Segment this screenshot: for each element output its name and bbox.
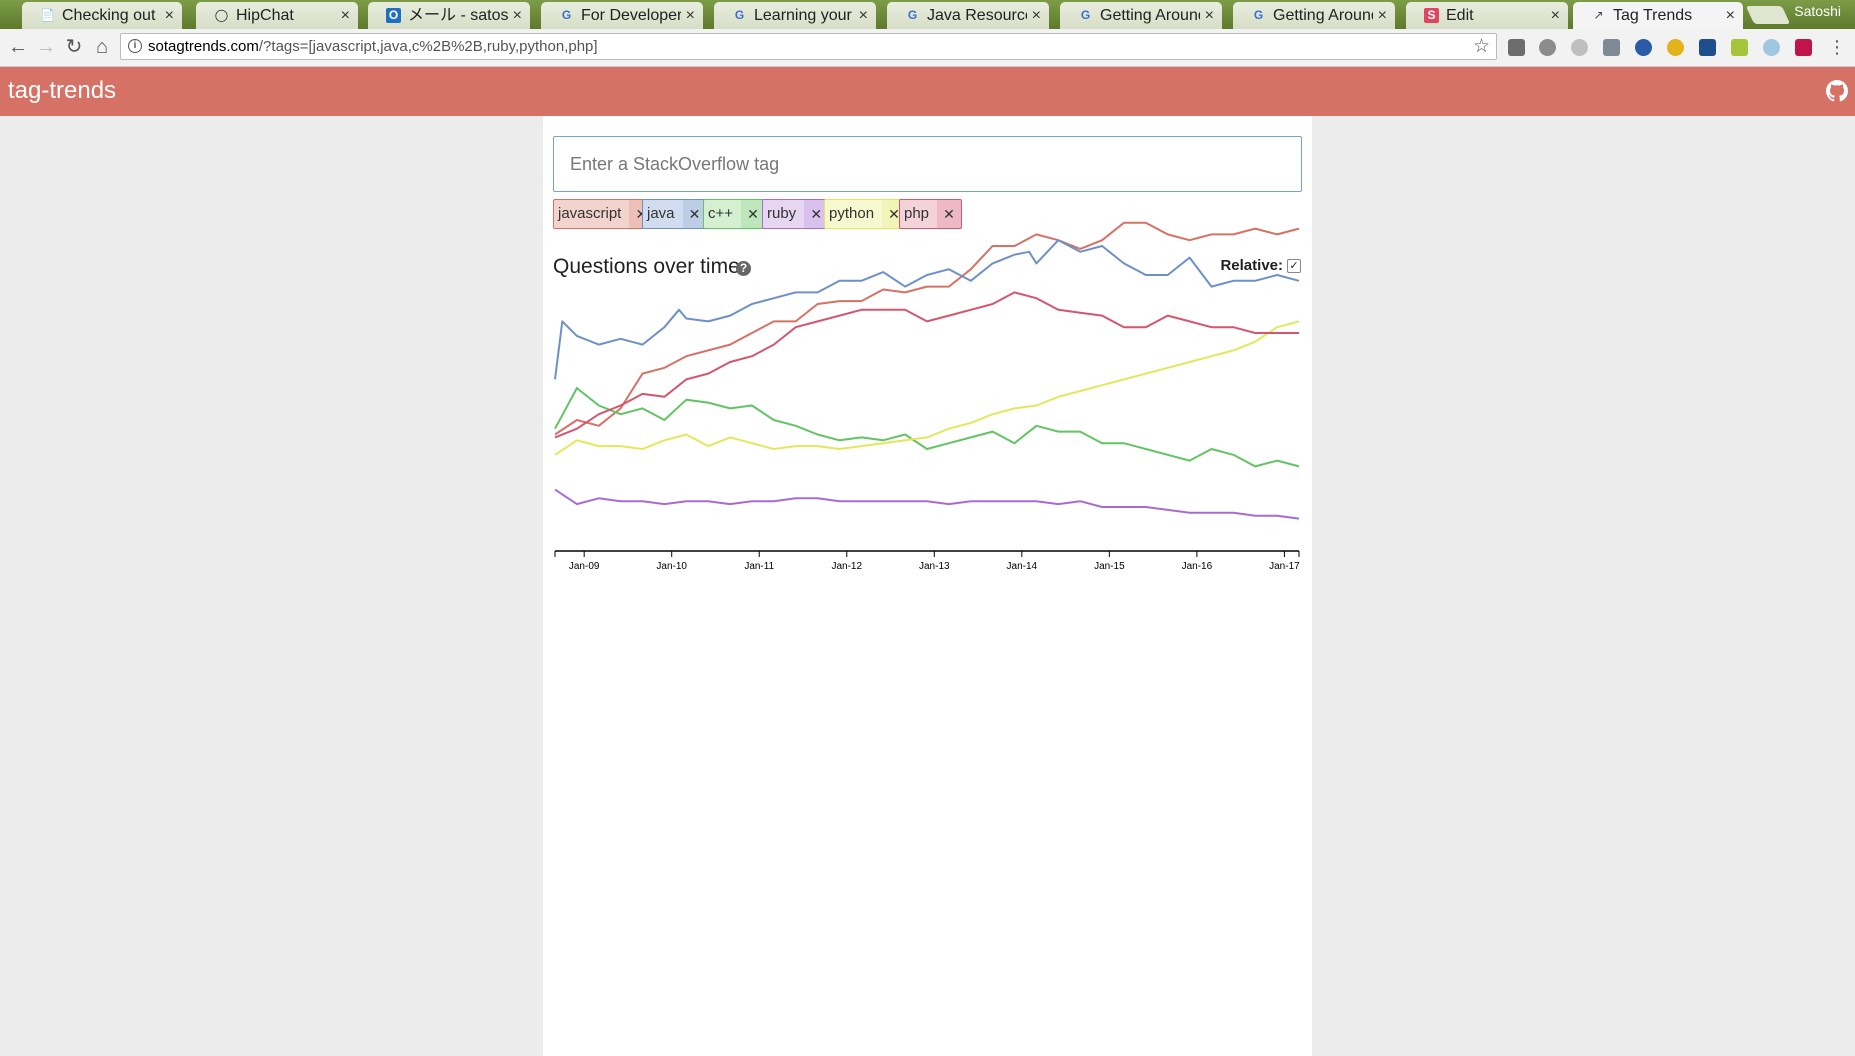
x-tick-label: Jan-15	[1094, 561, 1125, 572]
new-tab-button[interactable]	[1745, 6, 1791, 24]
google-icon: G	[1253, 8, 1264, 22]
reload-icon[interactable]: ↻	[62, 35, 86, 59]
main-panel: javascript✕java✕c++✕ruby✕python✕php✕ Que…	[543, 116, 1312, 1056]
series-line-java	[554, 239, 1300, 380]
url-path: /?tags=[javascript,java,c%2B%2B,ruby,pyt…	[258, 38, 598, 55]
tab-title: For Developers	[581, 7, 681, 24]
x-tick-label: Jan-10	[656, 561, 687, 572]
tab-close-icon[interactable]: ×	[686, 2, 695, 29]
questions-chart: Jan-09 Jan-10 Jan-11 Jan-12 Jan-13 Jan-14 Jan-…	[554, 221, 1300, 572]
x-tick-label: Jan-11	[744, 561, 774, 572]
extension-icon[interactable]	[1539, 39, 1556, 56]
page-icon: 📄	[40, 8, 55, 22]
tab-title: Tag Trends	[1613, 7, 1693, 24]
outlook-icon: O	[386, 8, 401, 23]
google-icon: G	[907, 8, 918, 22]
tab-close-icon[interactable]: ×	[1726, 2, 1735, 29]
profile-name[interactable]: Satoshi	[1794, 3, 1841, 19]
browser-tab[interactable]: G Learning your w ×	[714, 2, 876, 29]
extension-icon[interactable]	[1508, 39, 1525, 56]
x-tick-label: Jan-13	[919, 561, 950, 572]
trend-icon: ↗	[1593, 8, 1604, 22]
extension-icon[interactable]	[1763, 39, 1780, 56]
tab-title: Edit	[1446, 7, 1474, 24]
github-icon[interactable]	[1826, 80, 1848, 102]
google-icon: G	[1080, 8, 1091, 22]
x-tick-label: Jan-16	[1182, 561, 1213, 572]
series-line-python	[554, 320, 1300, 456]
google-icon: G	[561, 8, 572, 22]
extension-icon[interactable]	[1635, 39, 1652, 56]
series-line-ruby	[554, 488, 1300, 520]
browser-tab[interactable]: S Edit ×	[1406, 2, 1568, 29]
tab-close-icon[interactable]: ×	[1205, 2, 1214, 29]
chat-icon: ◯	[214, 8, 229, 22]
tab-close-icon[interactable]: ×	[1551, 2, 1560, 29]
app-title[interactable]: tag-trends	[8, 77, 116, 105]
forward-icon[interactable]: →	[34, 35, 58, 59]
x-tick-label: Jan-09	[569, 561, 600, 572]
bookmark-star-icon[interactable]: ☆	[1473, 35, 1490, 58]
series-line-cpp	[554, 387, 1300, 468]
extension-icon[interactable]	[1795, 39, 1812, 56]
browser-tab[interactable]: G Getting Around ×	[1233, 2, 1395, 29]
browser-menu-icon[interactable]: ⋮	[1825, 35, 1849, 59]
browser-tab-bar: 📄 Checking out an × ◯ HipChat × O メール - satoshi…	[0, 0, 1855, 29]
app-header: tag-trends	[0, 67, 1855, 116]
browser-tab[interactable]: ◯ HipChat ×	[196, 2, 358, 29]
browser-tab[interactable]: ↗ Tag Trends ×	[1573, 2, 1743, 29]
tab-title: Java Resources	[927, 7, 1027, 24]
back-icon[interactable]: ←	[6, 35, 30, 59]
series-line-php	[554, 291, 1299, 439]
tab-close-icon[interactable]: ×	[513, 2, 522, 29]
tab-title: Getting Around	[1100, 7, 1200, 24]
tab-title: Learning your w	[754, 7, 854, 24]
tab-close-icon[interactable]: ×	[859, 2, 868, 29]
google-icon: G	[734, 8, 745, 22]
series-line-javascript	[554, 221, 1300, 436]
site-info-icon[interactable]: i	[128, 39, 142, 53]
x-tick-label: Jan-14	[1007, 561, 1038, 572]
browser-toolbar: ← → ↻ ⌂ i sotagtrends.com/?tags=[javascr…	[0, 29, 1855, 67]
address-bar[interactable]: i sotagtrends.com/?tags=[javascript,java…	[120, 33, 1497, 60]
extension-icon[interactable]	[1731, 39, 1748, 56]
browser-tab[interactable]: G Java Resources ×	[887, 2, 1049, 29]
tab-title: メール - satoshi.	[408, 7, 508, 24]
tab-close-icon[interactable]: ×	[1378, 2, 1387, 29]
tab-close-icon[interactable]: ×	[1032, 2, 1041, 29]
browser-tab[interactable]: 📄 Checking out an ×	[22, 2, 182, 29]
home-icon[interactable]: ⌂	[90, 35, 114, 59]
tab-title: Getting Around	[1273, 7, 1373, 24]
extension-icon[interactable]	[1699, 39, 1716, 56]
extension-icon[interactable]	[1571, 39, 1588, 56]
extension-icon[interactable]	[1667, 39, 1684, 56]
x-tick-label: Jan-12	[831, 561, 862, 572]
s-icon: S	[1424, 8, 1439, 23]
extension-icon[interactable]	[1603, 39, 1620, 56]
tab-close-icon[interactable]: ×	[165, 2, 174, 29]
browser-tab[interactable]: G Getting Around ×	[1060, 2, 1222, 29]
x-tick-label: Jan-17	[1269, 561, 1300, 572]
browser-tab[interactable]: O メール - satoshi. ×	[368, 2, 530, 29]
tab-close-icon[interactable]: ×	[341, 2, 350, 29]
browser-tab[interactable]: G For Developers ×	[541, 2, 703, 29]
tab-title: Checking out an	[62, 7, 160, 24]
tab-title: HipChat	[236, 7, 294, 24]
url-host: sotagtrends.com	[148, 38, 259, 55]
